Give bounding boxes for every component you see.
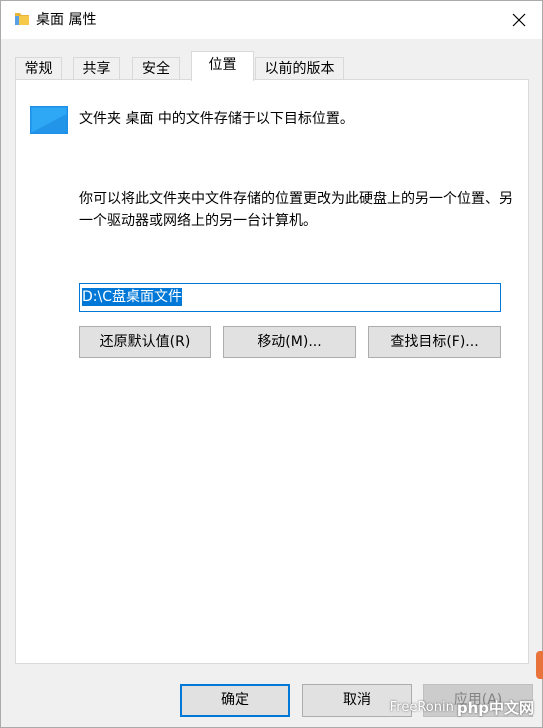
ok-button[interactable]: 确定 bbox=[180, 684, 290, 717]
tab-sharing[interactable]: 共享 bbox=[73, 57, 120, 81]
location-description: 你可以将此文件夹中文件存储的位置更改为此硬盘上的另一个位置、另一个驱动器或网络上… bbox=[79, 191, 513, 229]
watermark-site: php中文网 bbox=[456, 699, 534, 717]
move-button[interactable]: 移动(M)... bbox=[223, 326, 356, 358]
target-path-value: D:\C盘桌面文件 bbox=[82, 288, 182, 306]
close-icon bbox=[512, 13, 526, 27]
desktop-icon bbox=[30, 106, 68, 134]
tab-general[interactable]: 常规 bbox=[15, 57, 62, 81]
close-button[interactable] bbox=[496, 1, 542, 39]
watermark: FreeRonin php中文网 bbox=[390, 697, 534, 718]
properties-dialog: 桌面 属性 常规 共享 安全 位置 以前的版本 文件夹 桌面 中的文件存储于以下… bbox=[0, 0, 543, 728]
window-title: 桌面 属性 bbox=[36, 12, 97, 28]
location-info-text: 文件夹 桌面 中的文件存储于以下目标位置。 bbox=[79, 111, 354, 127]
watermark-brand: FreeRonin bbox=[389, 700, 454, 715]
folder-icon bbox=[15, 13, 29, 25]
title-bar[interactable]: 桌面 属性 bbox=[1, 1, 542, 39]
tab-location[interactable]: 位置 bbox=[191, 51, 254, 81]
restore-default-button[interactable]: 还原默认值(R) bbox=[79, 326, 211, 358]
watermark-edge-mark bbox=[536, 651, 543, 679]
location-panel: 文件夹 桌面 中的文件存储于以下目标位置。 你可以将此文件夹中文件存储的位置更改… bbox=[15, 79, 529, 664]
target-path-input[interactable]: D:\C盘桌面文件 bbox=[79, 283, 501, 312]
tab-previous-versions[interactable]: 以前的版本 bbox=[255, 57, 344, 81]
tab-security[interactable]: 安全 bbox=[132, 57, 180, 81]
find-target-button[interactable]: 查找目标(F)... bbox=[368, 326, 501, 358]
